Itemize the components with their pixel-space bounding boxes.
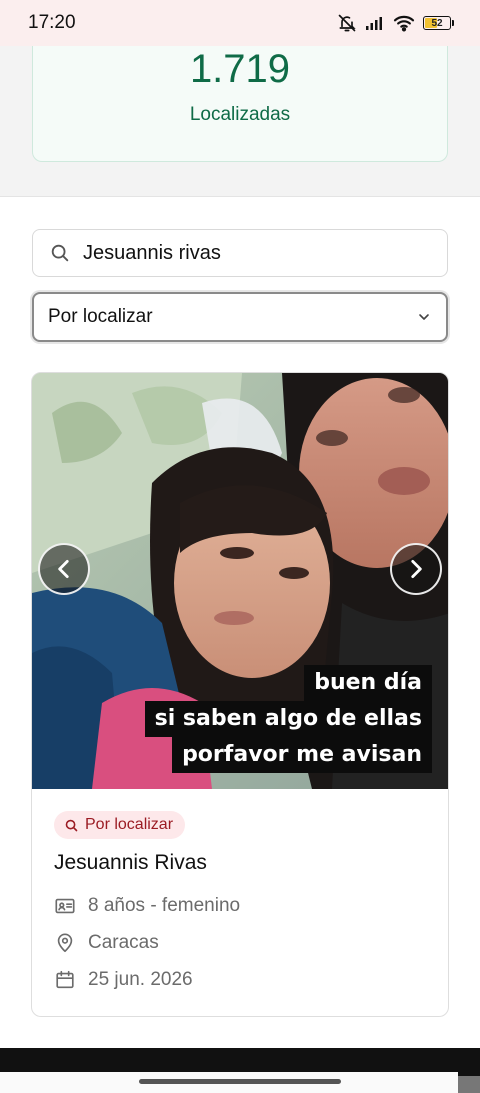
person-name: Jesuannis Rivas	[54, 851, 207, 874]
status-badge: Por localizar	[54, 811, 186, 839]
chevron-left-icon	[58, 560, 69, 578]
wifi-icon	[393, 15, 415, 32]
search-input[interactable]	[83, 241, 413, 265]
bell-off-icon	[338, 14, 356, 32]
status-badge-label: Por localizar	[85, 816, 174, 833]
caption-line-1: buen día	[304, 665, 432, 701]
caption-line-3: porfavor me avisan	[172, 737, 432, 773]
system-nav-bar	[0, 1048, 480, 1093]
person-photo: buen día si saben algo de ellas porfavor…	[32, 373, 448, 789]
signal-icon	[366, 17, 382, 30]
chevron-right-icon	[411, 560, 422, 578]
status-filter-select[interactable]: Por localizar	[32, 292, 448, 342]
status-time: 17:20	[28, 12, 76, 33]
status-icons: 52	[337, 13, 454, 33]
home-handle[interactable]	[139, 1079, 341, 1084]
stat-card-localizadas: 1.719 Localizadas	[32, 46, 448, 162]
chevron-down-icon	[419, 314, 429, 320]
person-card[interactable]: buen día si saben algo de ellas porfavor…	[31, 372, 449, 1017]
person-age-gender: 8 años - femenino	[54, 895, 240, 917]
search-icon	[51, 244, 69, 262]
search-box[interactable]	[32, 229, 448, 277]
person-date: 25 jun. 2026	[54, 969, 193, 991]
search-icon	[65, 819, 78, 831]
person-city: Caracas	[54, 932, 159, 954]
caption-line-2: si saben algo de ellas	[144, 701, 432, 737]
status-bar: 17:20 52	[0, 0, 480, 46]
photo-next-button[interactable]	[390, 543, 442, 595]
photo-prev-button[interactable]	[38, 543, 90, 595]
stat-label: Localizadas	[189, 104, 291, 125]
stat-value: 1.719	[189, 47, 291, 91]
status-filter-value: Por localizar	[48, 306, 153, 327]
map-pin-icon	[57, 933, 73, 953]
photo-caption: buen día si saben algo de ellas porfavor…	[144, 665, 432, 773]
id-card-icon	[55, 898, 75, 914]
calendar-icon	[56, 970, 74, 989]
battery-icon: 52	[423, 16, 454, 30]
stats-section: 1.719 Localizadas	[0, 46, 480, 197]
